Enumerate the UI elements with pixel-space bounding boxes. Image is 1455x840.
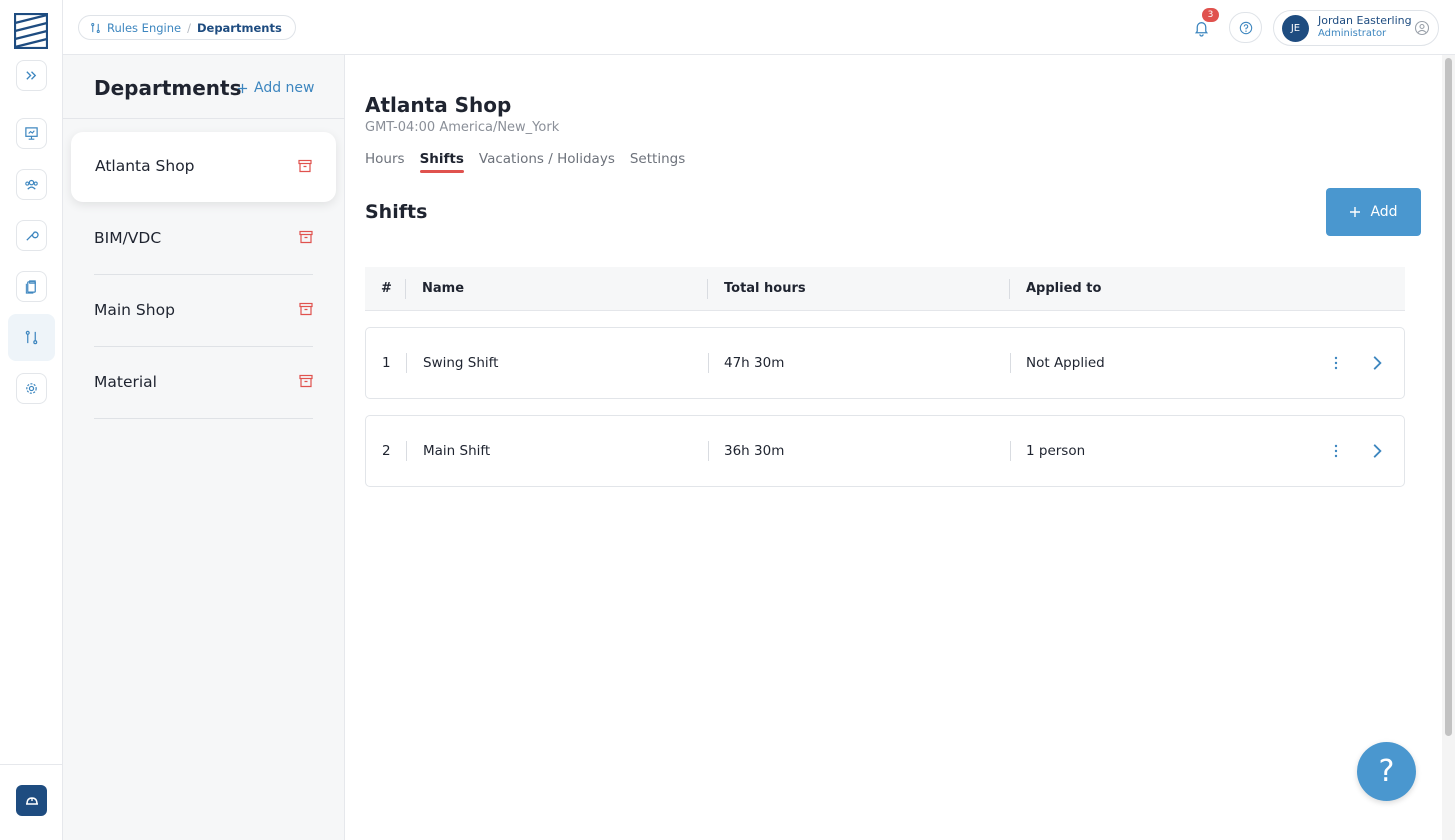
expand-sidebar-button[interactable] — [16, 60, 47, 91]
rail-item-team[interactable] — [16, 169, 47, 200]
section-title: Shifts — [365, 201, 428, 223]
chevron-right-icon[interactable] — [1368, 354, 1386, 372]
table-row[interactable]: 2 Main Shift 36h 30m 1 person — [365, 415, 1405, 487]
tab-hours[interactable]: Hours — [365, 151, 405, 173]
archive-icon[interactable] — [298, 159, 312, 173]
departments-title: Departments — [94, 76, 242, 100]
notification-count-badge: 3 — [1202, 8, 1219, 22]
avatar: JE — [1282, 15, 1309, 42]
top-header: Rules Engine / Departments 3 JE Jordan E… — [63, 0, 1455, 55]
scrollbar-thumb[interactable] — [1445, 58, 1452, 736]
rules-icon — [25, 330, 38, 345]
column-divider — [1010, 353, 1011, 373]
column-divider — [406, 441, 407, 461]
add-department-label: Add new — [254, 80, 315, 96]
shift-total-hours: 36h 30m — [724, 443, 785, 459]
shift-applied-to: Not Applied — [1026, 355, 1105, 371]
add-shift-label: Add — [1370, 204, 1398, 220]
column-header-name: Name — [422, 281, 465, 296]
breadcrumb: Rules Engine / Departments — [78, 15, 296, 40]
department-item-bim-vdc[interactable]: BIM/VDC — [94, 203, 313, 275]
chevron-right-icon[interactable] — [1368, 442, 1386, 460]
plus-icon — [237, 83, 248, 93]
tab-settings[interactable]: Settings — [630, 151, 685, 173]
department-label: Atlanta Shop — [95, 157, 195, 175]
department-label: BIM/VDC — [94, 229, 162, 247]
breadcrumb-separator: / — [187, 20, 191, 35]
expand-icon — [26, 71, 37, 80]
row-number: 1 — [382, 355, 391, 371]
add-department-button[interactable]: Add new — [237, 80, 315, 96]
tab-vacations-holidays[interactable]: Vacations / Holidays — [479, 151, 615, 173]
help-icon — [1239, 21, 1252, 34]
more-options-icon[interactable] — [1328, 355, 1344, 371]
add-shift-button[interactable]: Add — [1326, 188, 1421, 236]
breadcrumb-root[interactable]: Rules Engine — [107, 21, 181, 35]
departments-panel: Departments Add new Atlanta Shop BIM/VDC… — [63, 55, 345, 840]
column-divider — [707, 279, 708, 299]
hardhat-icon — [25, 796, 38, 805]
column-divider — [1009, 279, 1010, 299]
shift-name: Swing Shift — [423, 355, 499, 371]
timezone-label: GMT-04:00 America/New_York — [365, 120, 560, 135]
team-icon — [25, 179, 38, 190]
tab-shifts[interactable]: Shifts — [419, 151, 465, 173]
gear-icon — [26, 383, 37, 394]
plus-icon — [1350, 207, 1361, 217]
tab-bar: Hours Shifts Vacations / Holidays Settin… — [365, 151, 685, 173]
department-label: Main Shop — [94, 301, 175, 319]
table-header: # Name Total hours Applied to — [365, 267, 1405, 311]
archive-icon[interactable] — [299, 374, 313, 388]
clipboard-icon — [25, 280, 36, 294]
wrench-icon — [26, 231, 39, 241]
column-divider — [405, 279, 406, 299]
vertical-scrollbar[interactable] — [1442, 55, 1455, 840]
user-role: Administrator — [1318, 28, 1387, 39]
column-divider — [708, 441, 709, 461]
user-profile-icon — [1414, 20, 1430, 36]
presentation-icon — [25, 127, 38, 140]
department-item-main-shop[interactable]: Main Shop — [94, 275, 313, 347]
column-divider — [708, 353, 709, 373]
rail-item-rules-engine[interactable] — [8, 314, 55, 361]
rules-icon — [91, 22, 100, 33]
department-item-material[interactable]: Material — [94, 347, 313, 419]
help-chat-button[interactable]: ? — [1357, 742, 1416, 801]
icon-rail — [0, 0, 63, 840]
main-content: Atlanta Shop GMT-04:00 America/New_York … — [345, 55, 1442, 840]
department-label: Material — [94, 373, 157, 391]
column-header-number: # — [381, 281, 392, 296]
column-header-applied-to: Applied to — [1026, 281, 1102, 296]
archive-icon[interactable] — [299, 302, 313, 316]
help-button[interactable] — [1229, 12, 1262, 43]
rail-item-settings[interactable] — [16, 373, 47, 404]
more-options-icon[interactable] — [1328, 443, 1344, 459]
logo-icon[interactable] — [14, 13, 48, 49]
page-title: Atlanta Shop — [365, 93, 512, 117]
user-menu[interactable]: JE Jordan Easterling Administrator — [1273, 10, 1439, 46]
departments-header: Departments Add new — [63, 55, 345, 119]
column-divider — [406, 353, 407, 373]
shift-total-hours: 47h 30m — [724, 355, 785, 371]
rail-item-board[interactable] — [16, 118, 47, 149]
archive-icon[interactable] — [299, 230, 313, 244]
user-name: Jordan Easterling — [1318, 14, 1412, 27]
row-number: 2 — [382, 443, 391, 459]
rail-divider — [0, 764, 63, 765]
department-item-atlanta-shop[interactable]: Atlanta Shop — [71, 132, 336, 202]
hardhat-button[interactable] — [16, 785, 47, 816]
shift-applied-to: 1 person — [1026, 443, 1086, 459]
rail-item-clipboard[interactable] — [16, 271, 47, 302]
breadcrumb-current: Departments — [196, 20, 282, 35]
column-divider — [1010, 441, 1011, 461]
column-header-total-hours: Total hours — [724, 281, 806, 296]
table-row[interactable]: 1 Swing Shift 47h 30m Not Applied — [365, 327, 1405, 399]
rail-item-tools[interactable] — [16, 220, 47, 251]
shift-name: Main Shift — [423, 443, 491, 459]
